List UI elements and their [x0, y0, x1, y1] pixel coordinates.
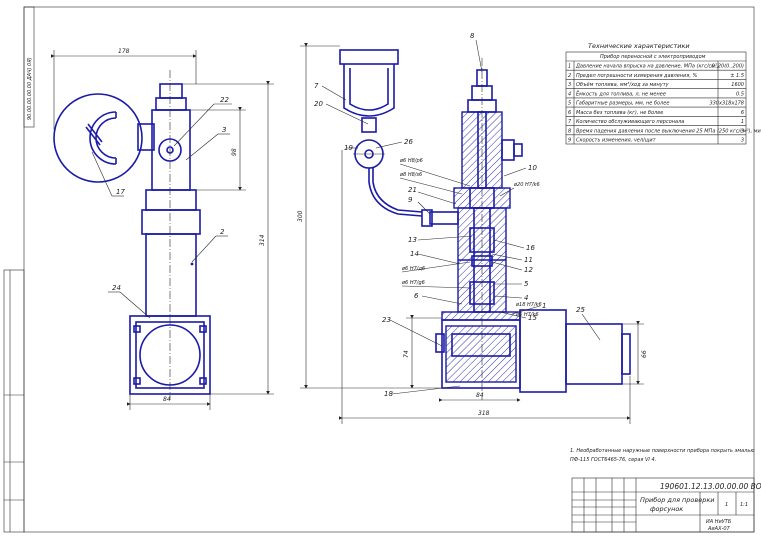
tech-row-text: Время падения давления после выключения …	[576, 128, 761, 134]
title-block: 190601.12.13.00.00.00 ВО Прибор для пров…	[571, 477, 761, 533]
callout-20: 20	[314, 100, 323, 108]
dim-side-height: 300	[297, 210, 304, 222]
dim-base-height: 74	[403, 350, 410, 358]
callout-9: 9	[408, 196, 413, 204]
front-view-callouts: 22 3 17 2 24	[91, 96, 232, 319]
tech-row-text: Объём топлива, мм³/ход за минуту	[576, 82, 670, 88]
electric-motor	[519, 309, 567, 393]
technical-characteristics-table: Технические характеристики Прибор перено…	[565, 42, 761, 145]
callout-17: 17	[116, 188, 125, 196]
tech-row-value: 0..20(0..200)	[711, 64, 744, 70]
callout-15: 15	[528, 314, 537, 322]
callout-16: 16	[526, 244, 535, 252]
fit-label-5: ø20 Н7/k6	[513, 182, 540, 188]
note-line-1: 1. Необработанные наружные поверхности п…	[570, 448, 755, 454]
tech-row-number: 3	[568, 82, 571, 88]
title-org-line-1: ИА НиУТБ	[706, 519, 732, 525]
tech-table-rows: 1 Давление начала впрыска на давление, МП…	[566, 64, 761, 144]
callout-14: 14	[410, 250, 419, 258]
tech-row-number: 6	[568, 110, 571, 116]
callout-7: 7	[314, 82, 319, 90]
dim-bottom-width: 84	[163, 396, 171, 403]
tech-row-text: Количество обслуживающего персонала	[576, 119, 684, 125]
fit-label-1: ø6 Н8/р6	[399, 158, 423, 164]
tech-row-number: 5	[568, 101, 571, 107]
dim-right-width: 318	[478, 410, 490, 417]
tech-row-value: 330x318x178	[709, 101, 744, 107]
callout-22: 22	[220, 96, 229, 104]
callout-8: 8	[470, 32, 475, 40]
tech-row-value: 6	[741, 110, 744, 116]
dim-gauge-height: 98	[231, 148, 238, 156]
callout-6: 6	[414, 292, 419, 300]
front-view-dimensions: 178 98 314 84	[51, 48, 274, 410]
dim-top-width: 178	[118, 48, 130, 55]
note-line-2: ПФ-115 ГОСТ6465-76, серая VI 4.	[570, 457, 656, 463]
callout-3: 3	[222, 126, 226, 134]
front-view	[53, 70, 211, 400]
technical-note: 1. Необработанные наружные поверхности п…	[570, 448, 755, 463]
callout-2: 2	[220, 228, 225, 236]
tech-row-number: 9	[568, 138, 571, 144]
title-org-line-2: АиАХ-07	[707, 526, 731, 532]
tech-row-number: 7	[568, 119, 572, 125]
tech-row-value: 0.5	[736, 91, 744, 97]
callout-18: 18	[384, 390, 393, 398]
callout-26: 26	[404, 138, 413, 146]
callout-19: 19	[344, 144, 353, 152]
callout-23: 23	[382, 316, 391, 324]
dim-cyl-dia: 66	[641, 350, 648, 358]
document-code-stamp: 90.00.00.00.00 ДАЧ) 0Я)	[23, 6, 35, 128]
tech-row-text: Масса без топлива (кг), не более	[576, 110, 663, 116]
tech-table-title: Технические характеристики	[588, 42, 690, 50]
tech-row-text: Скорость изменения, чел/щит	[576, 138, 657, 144]
title-scale-cell: 1	[725, 502, 728, 508]
tech-row-number: 2	[568, 73, 571, 79]
dim-right-bottom: 84	[476, 392, 484, 399]
callout-25: 25	[576, 306, 585, 314]
tech-row-number: 8	[568, 128, 571, 134]
tech-row-value: 1600	[731, 82, 744, 88]
tech-row-text: Ёмкость для топлива, л, не менее	[576, 90, 666, 97]
fit-label-4: ø6 Н7/g6	[401, 280, 425, 286]
fit-label-6: ø18 Н7/k6	[515, 302, 542, 308]
callout-1: 1	[542, 302, 546, 310]
tech-row-value: 3	[741, 138, 744, 144]
callout-10: 10	[528, 164, 537, 172]
assembly-drawing-sheet: 90.00.00.00.00 ДАЧ) 0Я) 178 98 314 84 22…	[3, 6, 761, 533]
callout-13: 13	[408, 236, 417, 244]
fit-label-2: ø8 Н8/s6	[399, 172, 422, 178]
callout-21: 21	[408, 186, 417, 194]
tech-row-value: 1	[741, 119, 744, 125]
callout-12: 12	[524, 266, 533, 274]
tech-row-text: Давление начала впрыска на давление, МПа…	[575, 64, 719, 70]
callout-4: 4	[524, 294, 528, 302]
tech-row-text: Предел погрешности измерения давления, %	[576, 73, 698, 79]
tech-row-number: 1	[568, 64, 571, 70]
dim-total-height: 314	[259, 234, 266, 246]
fuel-tank	[343, 64, 395, 117]
tech-row-number: 4	[568, 91, 571, 97]
title-name-line-1: Прибор для проверки	[640, 496, 715, 504]
title-name-line-2: форсунок	[650, 505, 683, 513]
tech-row-value: 3	[741, 128, 744, 134]
callout-24: 24	[112, 284, 121, 292]
stamp-code-text: 90.00.00.00.00 ДАЧ) 0Я)	[27, 57, 33, 120]
callout-5: 5	[524, 280, 529, 288]
fuel-tank-lid	[339, 49, 399, 65]
tech-table-header: Прибор переносной с электроприводом	[600, 54, 706, 60]
callout-11: 11	[524, 256, 533, 264]
tech-row-text: Габаритные размеры, мм, не более	[576, 101, 669, 107]
title-code: 190601.12.13.00.00.00 ВО	[660, 482, 761, 491]
title-sheet-cell: 1:1	[740, 502, 748, 508]
tech-row-value: ± 1.5	[730, 73, 744, 79]
